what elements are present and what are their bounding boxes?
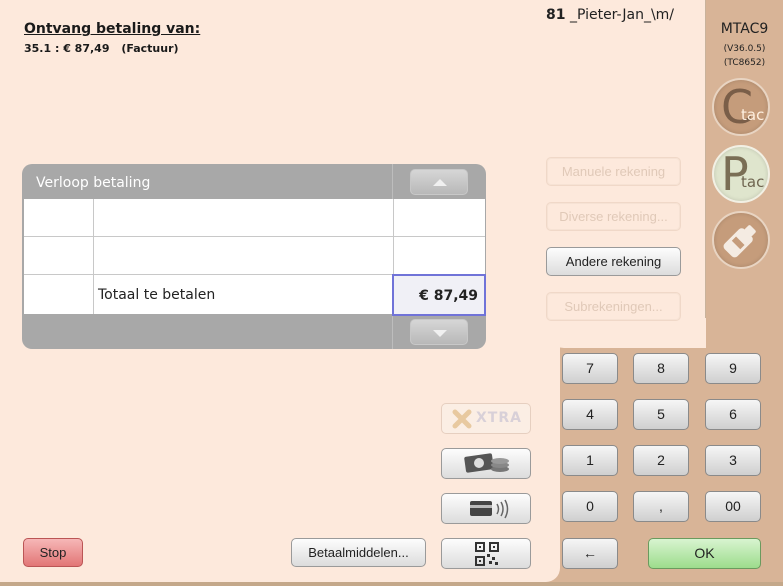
qr-code-icon	[475, 542, 499, 566]
version-number: (V36.0.5)	[723, 44, 766, 54]
keypad-key[interactable]: 3	[705, 445, 761, 476]
keypad-key[interactable]: 6	[705, 399, 761, 430]
sub-accounts-button[interactable]: Subrekeningen...	[546, 292, 681, 321]
scroll-down-button[interactable]	[410, 319, 468, 345]
stop-button[interactable]: Stop	[23, 538, 83, 567]
xtra-logo-icon	[452, 409, 472, 429]
user-info: 81 _Pieter-Jan_\m/	[546, 7, 674, 23]
bottle-button[interactable]	[712, 211, 770, 269]
contactless-card-icon	[470, 499, 509, 519]
user-name: _Pieter-Jan_\m/	[569, 7, 675, 23]
page-title: Ontvang betaling van:	[24, 21, 201, 37]
user-id: 81	[546, 7, 566, 23]
payment-panel-title: Verloop betaling	[36, 175, 151, 191]
footer-divider	[392, 314, 393, 349]
total-label: Totaal te betalen	[98, 287, 216, 303]
keypad-key[interactable]: ,	[633, 491, 689, 522]
scroll-up-button[interactable]	[410, 169, 468, 195]
arrow-down-icon	[433, 330, 447, 337]
keypad-key[interactable]: 0	[562, 491, 618, 522]
payment-methods-button[interactable]: Betaalmiddelen...	[291, 538, 426, 567]
keypad-key[interactable]: 1	[562, 445, 618, 476]
arrow-up-icon	[433, 179, 447, 186]
panel-corner	[532, 336, 560, 582]
keypad-key[interactable]: 7	[562, 353, 618, 384]
cash-button[interactable]	[441, 448, 531, 479]
xtra-button[interactable]: XTRA	[441, 403, 531, 434]
keypad-key[interactable]: 9	[705, 353, 761, 384]
invoice-type: (Factuur)	[121, 42, 179, 55]
other-account-button[interactable]: Andere rekening	[546, 247, 681, 276]
version-info: (V36.0.5) (TC8652)	[706, 42, 783, 70]
invoice-info: 35.1 : € 87,49 (Factuur)	[24, 42, 187, 55]
column-divider	[93, 199, 94, 314]
ok-button[interactable]: OK	[648, 538, 761, 569]
invoice-ref: 35.1 : € 87,49	[24, 42, 110, 55]
panel-notch	[546, 318, 706, 348]
backspace-key[interactable]: ←	[562, 538, 618, 569]
cash-icon	[464, 453, 509, 473]
app-name: MTAC9	[720, 21, 769, 37]
ctac-logo-suffix: tac	[741, 106, 765, 124]
ctac-button[interactable]: C tac	[712, 78, 770, 136]
total-amount-field[interactable]: € 87,49	[392, 274, 486, 316]
keypad-key[interactable]: 5	[633, 399, 689, 430]
misc-account-button[interactable]: Diverse rekening...	[546, 202, 681, 231]
bottle-icon	[723, 225, 756, 258]
qr-button[interactable]	[441, 538, 531, 569]
ptac-button[interactable]: P tac	[712, 145, 770, 203]
keypad-key[interactable]: 8	[633, 353, 689, 384]
xtra-label: XTRA	[476, 410, 522, 426]
build-number: (TC8652)	[723, 58, 766, 68]
keypad-key[interactable]: 2	[633, 445, 689, 476]
manual-account-button[interactable]: Manuele rekening	[546, 157, 681, 186]
header-divider	[392, 164, 393, 199]
keypad-key[interactable]: 00	[705, 491, 761, 522]
keypad-key[interactable]: 4	[562, 399, 618, 430]
card-button[interactable]	[441, 493, 531, 524]
ptac-logo-suffix: tac	[741, 173, 765, 191]
